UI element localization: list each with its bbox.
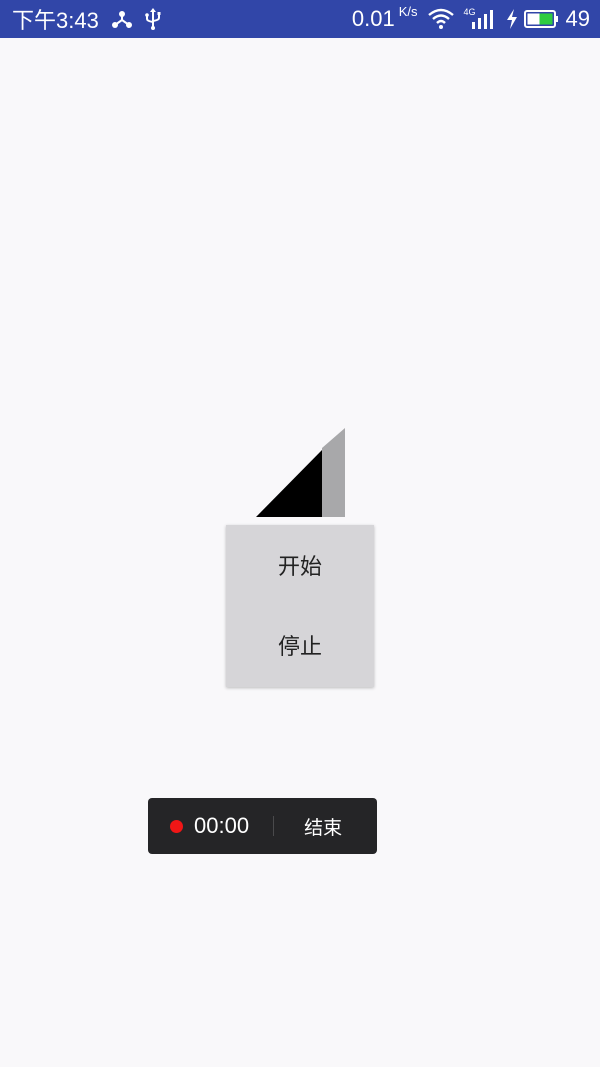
- share-icon: [111, 8, 133, 30]
- usb-icon: [145, 8, 161, 30]
- status-bar-left: 下午3:43: [12, 3, 161, 35]
- triangle-graphic: [256, 428, 345, 517]
- popup-menu: 开始 停止: [226, 525, 374, 687]
- record-dot-icon: [170, 819, 183, 833]
- start-menu-item[interactable]: 开始: [226, 525, 374, 605]
- record-timer: 00:00: [194, 813, 250, 838]
- signal-icon: 4G: [464, 7, 496, 30]
- battery-icon: [523, 9, 560, 29]
- net-speed-value: 0.01: [351, 6, 395, 31]
- screen-recorder-bar: 00:00 结束: [148, 798, 377, 854]
- battery-level: 49: [565, 6, 590, 31]
- status-time: 下午3:43: [12, 8, 99, 33]
- net-speed-unit: K/s: [398, 4, 418, 19]
- wifi-icon: [427, 8, 454, 30]
- recorder-divider: [273, 816, 275, 836]
- net-speed: 0.01 K/s: [351, 4, 418, 32]
- charging-icon: [506, 9, 518, 29]
- status-bar: 下午3:43 0.01 K/s 4G 49: [0, 0, 600, 38]
- stop-menu-item[interactable]: 停止: [226, 605, 374, 685]
- battery: 49: [506, 6, 590, 32]
- end-recording-button[interactable]: 结束: [304, 813, 342, 840]
- status-bar-right: 0.01 K/s 4G 49: [351, 4, 590, 32]
